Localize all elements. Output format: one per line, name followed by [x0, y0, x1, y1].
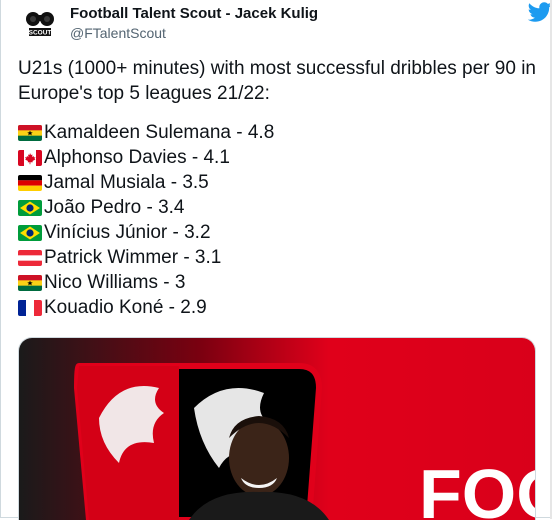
list-item: Kamaldeen Sulemana - 4.8	[18, 120, 538, 145]
account-handle[interactable]: @FTalentScout	[70, 25, 166, 41]
tweet-intro: U21s (1000+ minutes) with most successfu…	[18, 58, 536, 104]
ghana-flag-icon	[18, 124, 42, 141]
player-entry: Kouadio Koné - 2.9	[44, 297, 207, 318]
brazil-flag-icon	[18, 224, 42, 241]
wall-text: FOO	[419, 455, 535, 520]
avatar[interactable]: SCOUT	[18, 4, 62, 48]
list-item: Nico Williams - 3	[18, 270, 538, 295]
player-entry: Kamaldeen Sulemana - 4.8	[44, 122, 275, 143]
player-entry: Nico Williams - 3	[44, 272, 186, 293]
list-item: Vinícius Júnior - 3.2	[18, 220, 538, 245]
ghana-flag-icon	[18, 274, 42, 291]
account-name[interactable]: Football Talent Scout - Jacek Kulig	[70, 5, 318, 22]
tweet-text: U21s (1000+ minutes) with most successfu…	[18, 56, 538, 320]
player-entry: Vinícius Júnior - 3.2	[44, 222, 211, 243]
tweet-photo[interactable]: FOO	[18, 337, 536, 520]
brazil-flag-icon	[18, 199, 42, 216]
player-entry: Patrick Wimmer - 3.1	[44, 247, 222, 268]
austria-flag-icon	[18, 249, 42, 266]
list-item: Patrick Wimmer - 3.1	[18, 245, 538, 270]
list-item: João Pedro - 3.4	[18, 195, 538, 220]
france-flag-icon	[18, 299, 42, 316]
canada-flag-icon	[18, 149, 42, 166]
list-item: Jamal Musiala - 3.5	[18, 170, 538, 195]
player-entry: Alphonso Davies - 4.1	[44, 147, 230, 168]
twitter-bird-icon[interactable]	[527, 0, 552, 24]
list-item: Alphonso Davies - 4.1	[18, 145, 538, 170]
avatar-text: SCOUT	[29, 30, 52, 37]
germany-flag-icon	[18, 174, 42, 191]
tweet-header: SCOUT Football Talent Scout - Jacek Kuli…	[18, 2, 552, 48]
list-item: Kouadio Koné - 2.9	[18, 295, 538, 320]
player-entry: Jamal Musiala - 3.5	[44, 172, 209, 193]
player-entry: João Pedro - 3.4	[44, 197, 185, 218]
